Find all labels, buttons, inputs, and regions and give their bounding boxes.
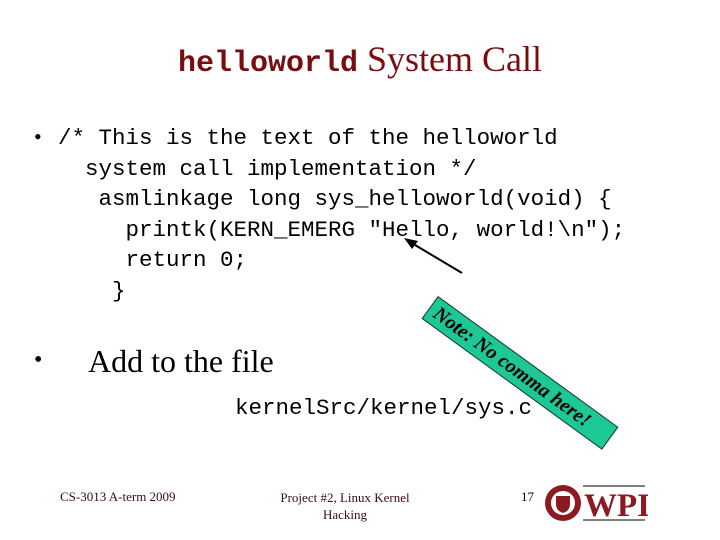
arrow-icon	[404, 238, 463, 274]
code-line: return 0;	[85, 247, 248, 273]
title-text: System Call	[358, 39, 543, 79]
code-line: printk(KERN_EMERG "Hello, world!\n");	[85, 216, 626, 243]
code-block: /* This is the text of the helloworld sys…	[58, 123, 625, 306]
page-number: 17	[521, 489, 534, 504]
code-line: system call implementation */	[85, 155, 477, 182]
footer-project: Project #2, Linux Kernel Hacking	[280, 490, 410, 522]
code-line: asmlinkage long sys_helloworld(void) {	[85, 186, 612, 212]
code-line: /* This is the text of the helloworld	[58, 125, 558, 151]
bullet-icon: •	[34, 347, 43, 373]
footer-course: CS-3013 A-term 2009	[60, 489, 176, 504]
logo-text: WPI	[584, 488, 648, 524]
wpi-logo: WPI	[545, 485, 648, 524]
title-code-word: helloworld	[177, 47, 358, 81]
note-callout: Note: No comma here!	[421, 296, 619, 450]
code-line: }	[85, 277, 126, 304]
bullet-text: Add to the file	[88, 343, 274, 379]
slide-title: helloworld System Call	[0, 38, 720, 81]
bullet-icon: •	[34, 124, 42, 149]
file-path: kernelSrc/kernel/sys.c	[235, 395, 533, 421]
